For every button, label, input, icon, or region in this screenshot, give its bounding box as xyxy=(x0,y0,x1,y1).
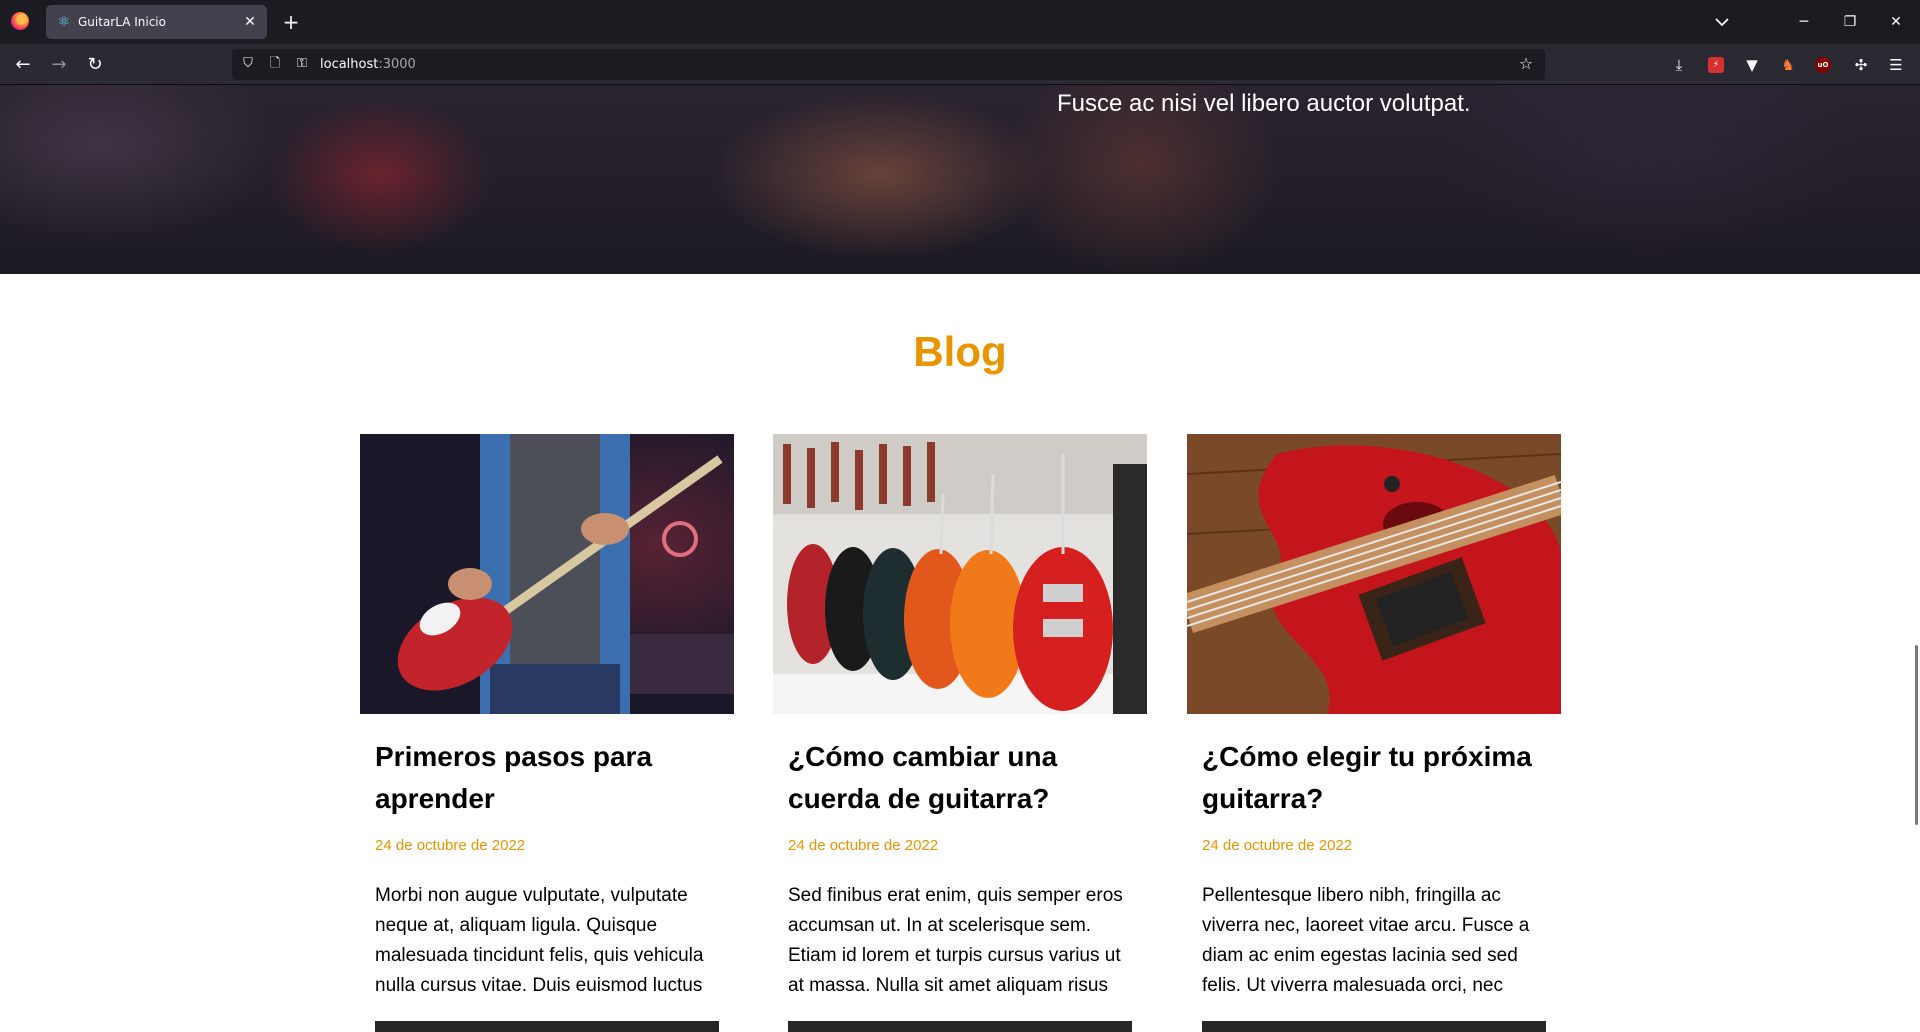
tab-title: GuitarLA Inicio xyxy=(78,15,166,29)
downloads-icon[interactable]: ⤓ xyxy=(1668,54,1690,76)
bookmark-star-icon[interactable]: ☆ xyxy=(1517,55,1535,73)
new-tab-button[interactable]: + xyxy=(279,10,303,34)
extension-red-icon[interactable]: ⚡ xyxy=(1708,57,1724,73)
blog-card-image[interactable] xyxy=(360,434,734,714)
tab-active[interactable]: ⚛ GuitarLA Inicio ✕ xyxy=(46,5,267,39)
chevron-down-icon xyxy=(1715,18,1729,27)
blog-card-date: 24 de octubre de 2022 xyxy=(375,837,526,854)
blog-heading: Blog xyxy=(913,328,1007,375)
navigation-bar: ← → ↻ ⛉ 🗋 ⚿ localhost:3000 ☆ ⤓ ⚡ ▼ ♞ uO … xyxy=(0,44,1920,85)
shield-icon[interactable]: ⛉ xyxy=(240,56,256,72)
blog-card-title: ¿Cómo elegir tu próxima guitarra? xyxy=(1202,741,1532,814)
blog-card-image[interactable] xyxy=(773,434,1147,714)
extensions-puzzle-icon[interactable]: ✣ xyxy=(1850,54,1872,76)
blog-card-image[interactable] xyxy=(1187,434,1561,714)
extension-fox-icon[interactable]: ♞ xyxy=(1777,54,1799,76)
tab-bar: ⚛ GuitarLA Inicio ✕ + ─ ❐ ✕ xyxy=(0,0,1920,44)
blog-card-excerpt: Sed finibus erat enim, quis semper eros … xyxy=(788,885,1123,996)
blog-card-date: 24 de octubre de 2022 xyxy=(1202,837,1353,854)
read-more-button[interactable] xyxy=(1202,1021,1546,1032)
close-icon[interactable]: ✕ xyxy=(241,13,259,31)
ublock-icon[interactable]: uO xyxy=(1815,57,1831,73)
hero-text: Fusce ac nisi vel libero auctor volutpat… xyxy=(1057,90,1471,117)
close-window-button[interactable]: ✕ xyxy=(1882,8,1910,36)
scrollbar[interactable] xyxy=(1915,645,1918,825)
extension-vue-icon[interactable]: ▼ xyxy=(1741,54,1763,76)
url-bar[interactable]: ⛉ 🗋 ⚿ localhost:3000 ☆ xyxy=(232,49,1545,80)
blog-card-excerpt: Morbi non augue vulputate, vulputate neq… xyxy=(375,885,704,996)
permissions-icon[interactable]: ⚿ xyxy=(294,56,310,72)
url-text[interactable]: localhost:3000 xyxy=(320,56,416,73)
back-button[interactable]: ← xyxy=(9,51,37,79)
list-all-tabs-button[interactable] xyxy=(1710,10,1734,34)
restore-button[interactable]: ❐ xyxy=(1836,8,1864,36)
blog-card-excerpt: Pellentesque libero nibh, fringilla ac v… xyxy=(1202,885,1530,996)
react-icon: ⚛ xyxy=(57,14,71,30)
page-icon[interactable]: 🗋 xyxy=(267,56,283,72)
menu-icon[interactable]: ☰ xyxy=(1885,54,1907,76)
blog-card-title: Primeros pasos para aprender xyxy=(375,741,653,814)
minimize-button[interactable]: ─ xyxy=(1790,8,1818,36)
read-more-button[interactable] xyxy=(788,1021,1132,1032)
firefox-icon[interactable] xyxy=(11,12,29,30)
blog-card-title: ¿Cómo cambiar una cuerda de guitarra? xyxy=(788,741,1058,814)
read-more-button[interactable] xyxy=(375,1021,719,1032)
page-viewport: Fusce ac nisi vel libero auctor volutpat… xyxy=(0,85,1920,1032)
forward-button[interactable]: → xyxy=(45,51,73,79)
hero-banner: Fusce ac nisi vel libero auctor volutpat… xyxy=(0,85,1920,274)
reload-button[interactable]: ↻ xyxy=(81,51,109,79)
blog-card-date: 24 de octubre de 2022 xyxy=(788,837,939,854)
